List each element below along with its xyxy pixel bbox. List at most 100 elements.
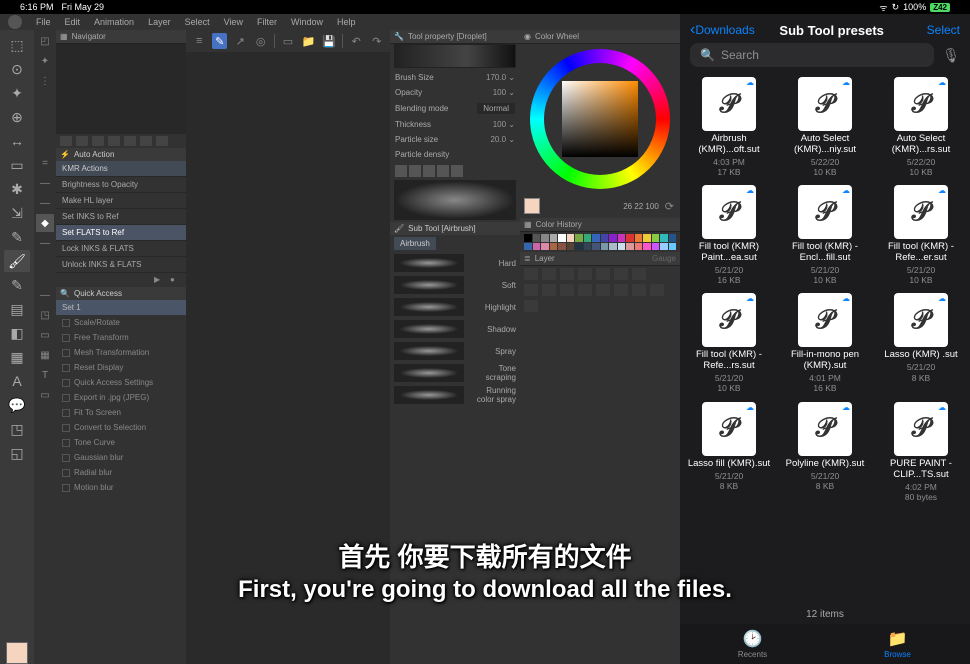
layer-btn[interactable] bbox=[632, 284, 646, 296]
particle-density-boxes[interactable] bbox=[390, 162, 520, 180]
color-swatch[interactable] bbox=[635, 234, 643, 242]
aux-tool[interactable]: ▭ bbox=[36, 386, 54, 404]
menu-animation[interactable]: Animation bbox=[94, 17, 134, 27]
layer-btn[interactable] bbox=[560, 268, 574, 280]
qa-set[interactable]: Set 1 bbox=[56, 300, 186, 315]
aux-tool[interactable]: ◆ bbox=[36, 214, 54, 232]
file-item[interactable]: 𝒫☁︎PURE PAINT - CLIP...TS.sut4:02 PM80 b… bbox=[878, 402, 964, 502]
file-item[interactable]: 𝒫☁︎Fill tool (KMR) Paint...ea.sut5/21/20… bbox=[686, 185, 772, 285]
color-swatch[interactable] bbox=[541, 243, 549, 251]
auto-action-header[interactable]: ⚡ Auto Action bbox=[56, 148, 186, 161]
color-swatch[interactable] bbox=[669, 234, 677, 242]
menu-layer[interactable]: Layer bbox=[148, 17, 171, 27]
ring-icon[interactable]: ◎ bbox=[253, 33, 267, 49]
color-swatch[interactable] bbox=[626, 243, 634, 251]
color-swatch[interactable] bbox=[601, 243, 609, 251]
tool-frame[interactable]: ◳ bbox=[4, 418, 30, 440]
color-swatch[interactable] bbox=[567, 234, 575, 242]
file-item[interactable]: 𝒫☁︎Auto Select (KMR)...rs.sut5/22/2010 K… bbox=[878, 77, 964, 177]
aux-tool[interactable]: ▦ bbox=[36, 346, 54, 364]
prop-opacity[interactable]: Opacity 100 ⌄ bbox=[390, 85, 520, 100]
color-swatch[interactable] bbox=[524, 234, 532, 242]
qa-item[interactable]: Mesh Transformation bbox=[56, 345, 186, 360]
layer-btn[interactable] bbox=[542, 284, 556, 296]
color-swatch[interactable] bbox=[567, 243, 575, 251]
layer-nav[interactable]: Gauge bbox=[652, 254, 676, 263]
qa-item[interactable]: Quick Access Settings bbox=[56, 375, 186, 390]
nav-control[interactable] bbox=[140, 136, 152, 146]
prop-thickness[interactable]: Thickness 100 ⌄ bbox=[390, 117, 520, 132]
app-logo[interactable] bbox=[8, 15, 22, 29]
tool-move[interactable]: ⊕ bbox=[4, 106, 30, 128]
color-swatch[interactable] bbox=[669, 243, 677, 251]
color-swatch[interactable] bbox=[660, 234, 668, 242]
select-button[interactable]: Select bbox=[927, 23, 960, 37]
qa-item[interactable]: Export in .jpg (JPEG) bbox=[56, 390, 186, 405]
menu-file[interactable]: File bbox=[36, 17, 51, 27]
color-swatch[interactable] bbox=[652, 243, 660, 251]
color-swatch[interactable] bbox=[601, 234, 609, 242]
qa-item[interactable]: Convert to Selection bbox=[56, 420, 186, 435]
file-item[interactable]: 𝒫☁︎Polyline (KMR).sut5/21/208 KB bbox=[782, 402, 868, 502]
aux-tool[interactable]: ⋮ bbox=[36, 72, 54, 90]
brush-item[interactable]: Spray bbox=[390, 340, 520, 362]
subtool-header[interactable]: 🖌 Sub Tool [Airbrush] bbox=[390, 222, 520, 235]
aux-tool[interactable]: — bbox=[36, 194, 54, 212]
edit-mode-icon[interactable]: ✎ bbox=[212, 33, 226, 49]
color-swatch[interactable] bbox=[584, 243, 592, 251]
action-group[interactable]: KMR Actions bbox=[56, 161, 186, 177]
file-item[interactable]: 𝒫☁︎Lasso (KMR) .sut5/21/208 KB bbox=[878, 293, 964, 393]
tool-brush[interactable]: 🖌 bbox=[4, 250, 30, 272]
qa-item[interactable]: Scale/Rotate bbox=[56, 315, 186, 330]
prop-blending[interactable]: Blending mode Normal bbox=[390, 100, 520, 117]
color-swatches[interactable] bbox=[520, 232, 680, 252]
menu-help[interactable]: Help bbox=[337, 17, 356, 27]
color-swatch[interactable] bbox=[618, 234, 626, 242]
tool-balloon[interactable]: 💬 bbox=[4, 394, 30, 416]
layer-btn[interactable] bbox=[542, 268, 556, 280]
color-swatch[interactable] bbox=[533, 234, 541, 242]
tab-recents[interactable]: 🕑 Recents bbox=[680, 624, 825, 664]
mic-icon[interactable]: 🎙 bbox=[942, 47, 960, 64]
color-swatch[interactable] bbox=[550, 243, 558, 251]
nav-control[interactable] bbox=[156, 136, 168, 146]
color-swatch[interactable] bbox=[635, 243, 643, 251]
brush-item[interactable]: Running color spray bbox=[390, 384, 520, 406]
qa-item[interactable]: Motion blur bbox=[56, 480, 186, 495]
color-swatch[interactable] bbox=[550, 234, 558, 242]
tab-browse[interactable]: 📁 Browse bbox=[825, 624, 970, 664]
aux-tool[interactable]: — bbox=[36, 234, 54, 252]
qa-item[interactable]: Gaussian blur bbox=[56, 450, 186, 465]
tool-text[interactable]: A bbox=[4, 370, 30, 392]
play-icon[interactable]: ▶ bbox=[154, 275, 166, 285]
tool-star[interactable]: ✱ bbox=[4, 178, 30, 200]
undo-icon[interactable]: ↶ bbox=[349, 33, 363, 49]
tool-property-header[interactable]: 🔧 Tool property [Droplet] bbox=[390, 30, 520, 44]
action-item[interactable]: Make HL layer bbox=[56, 193, 186, 209]
layer-btn[interactable] bbox=[560, 284, 574, 296]
color-swatch[interactable] bbox=[660, 243, 668, 251]
layer-btn[interactable] bbox=[614, 268, 628, 280]
nav-control[interactable] bbox=[108, 136, 120, 146]
action-item[interactable]: Brightness to Opacity bbox=[56, 177, 186, 193]
tool-arrows[interactable]: ↔ bbox=[4, 130, 30, 152]
qa-item[interactable]: Tone Curve bbox=[56, 435, 186, 450]
color-wheel[interactable] bbox=[520, 44, 680, 194]
save-icon[interactable]: 💾 bbox=[322, 33, 336, 49]
action-item[interactable]: Set INKS to Ref bbox=[56, 209, 186, 225]
aux-tool[interactable]: ◰ bbox=[36, 32, 54, 50]
menu-edit[interactable]: Edit bbox=[65, 17, 81, 27]
color-swatch[interactable] bbox=[626, 234, 634, 242]
aux-tool[interactable]: T bbox=[36, 366, 54, 384]
brush-item[interactable]: Shadow bbox=[390, 318, 520, 340]
color-swatch[interactable] bbox=[643, 243, 651, 251]
nav-control[interactable] bbox=[124, 136, 136, 146]
aux-tool[interactable]: ▭ bbox=[36, 326, 54, 344]
file-item[interactable]: 𝒫☁︎Fill tool (KMR) - Refe...rs.sut5/21/2… bbox=[686, 293, 772, 393]
prop-particle-density[interactable]: Particle density bbox=[390, 147, 520, 162]
layer-btn[interactable] bbox=[632, 268, 646, 280]
layer-btn[interactable] bbox=[524, 284, 538, 296]
refresh-icon[interactable]: ⟳ bbox=[665, 200, 680, 213]
action-item[interactable]: Lock INKS & FLATS bbox=[56, 241, 186, 257]
share-icon[interactable]: ↗ bbox=[233, 33, 247, 49]
